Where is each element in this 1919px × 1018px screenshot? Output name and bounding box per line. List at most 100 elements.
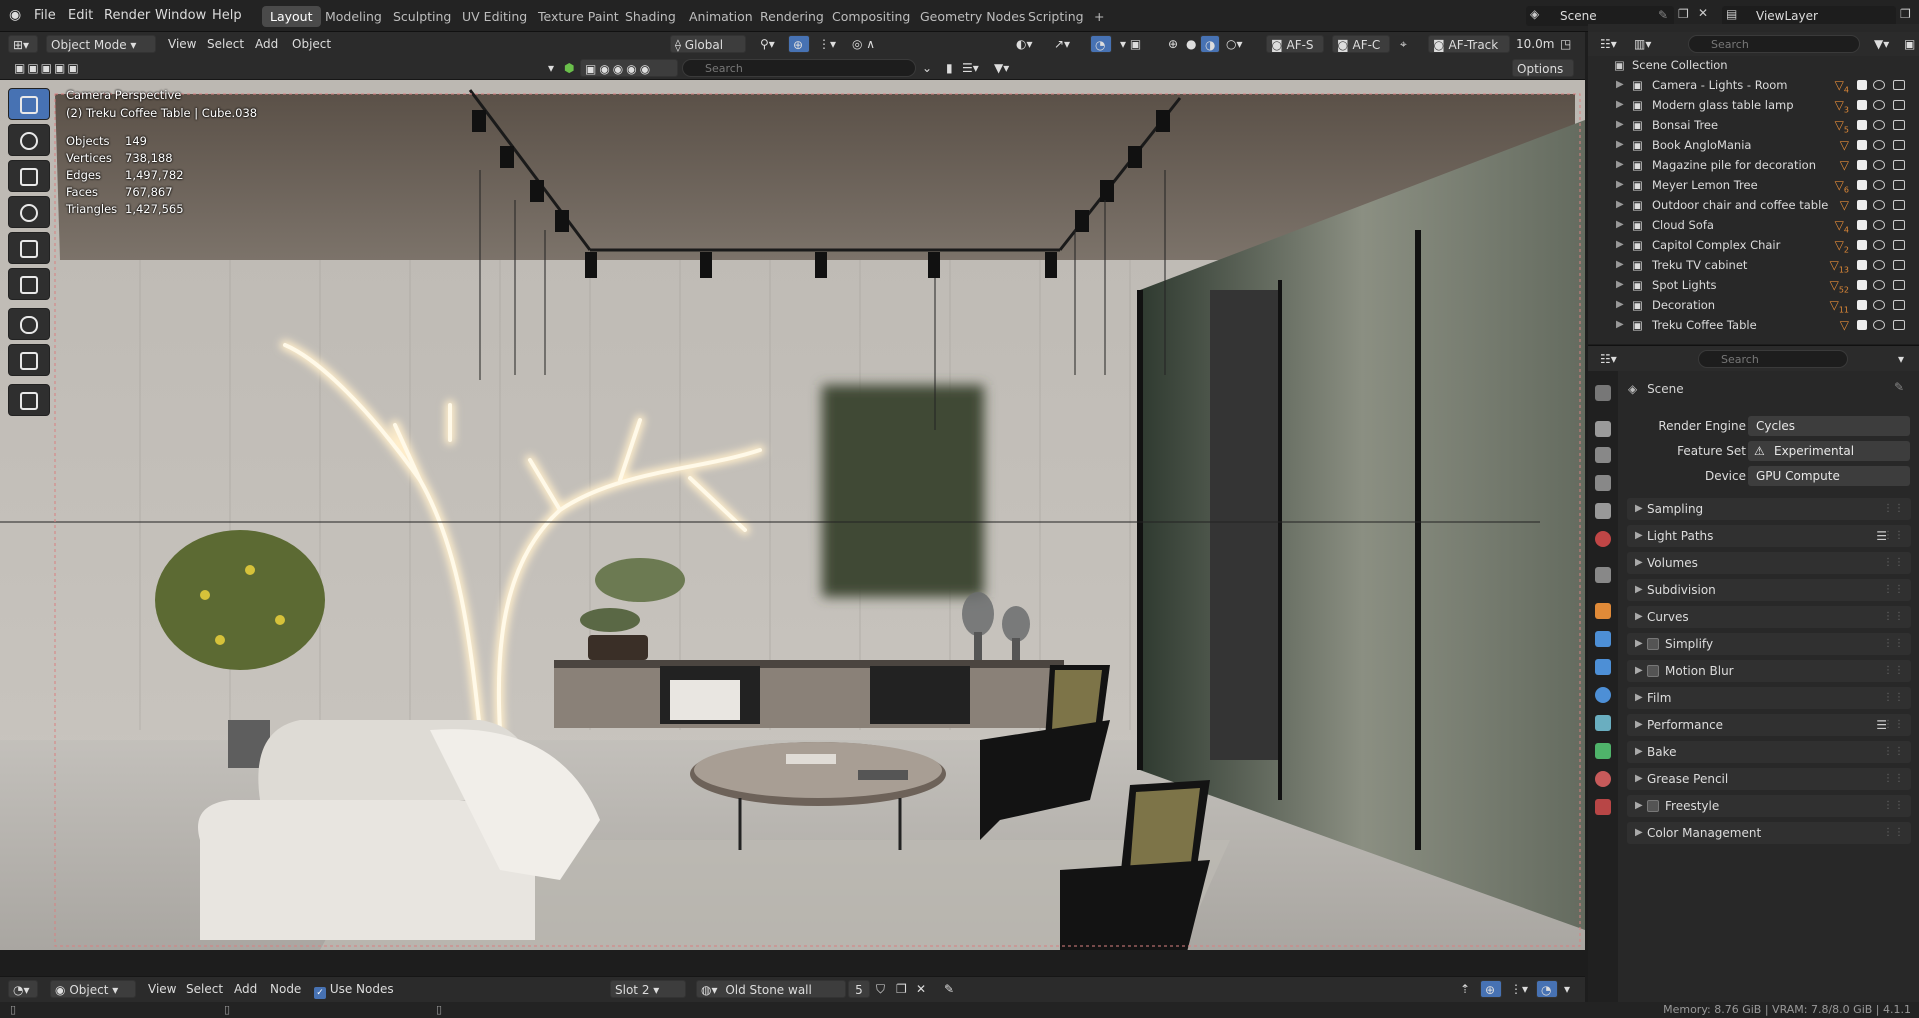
add-cube-tool[interactable] — [8, 384, 50, 416]
exclude-checkbox[interactable] — [1857, 100, 1867, 110]
outliner-row[interactable]: ▶ ▣ Capitol Complex Chair ▽2 — [1588, 235, 1919, 255]
expand-arrow-icon[interactable]: ▶ — [1616, 255, 1624, 275]
panel-expand-icon[interactable]: ▶ — [1635, 768, 1643, 790]
shader-menu-select[interactable]: Select — [182, 980, 227, 998]
camera-render-icon[interactable] — [1893, 180, 1905, 190]
panel-light-paths[interactable]: ▶ Light Paths ☰ ⋮⋮ — [1627, 525, 1911, 547]
panel-expand-icon[interactable]: ▶ — [1635, 795, 1643, 817]
shader-pin-icon[interactable]: ✎ — [940, 980, 958, 998]
tab-shading[interactable]: Shading — [617, 6, 684, 27]
tab-rendering[interactable]: Rendering — [752, 6, 832, 27]
panel-expand-icon[interactable]: ▶ — [1635, 633, 1643, 655]
outliner-search-input[interactable]: Search — [1688, 35, 1860, 53]
panel-expand-icon[interactable]: ▶ — [1635, 687, 1643, 709]
eye-icon[interactable] — [1873, 140, 1885, 150]
shading-rendered-icon[interactable]: ○▾ — [1222, 35, 1247, 53]
camera-render-icon[interactable] — [1893, 320, 1905, 330]
panel-expand-icon[interactable]: ▶ — [1635, 606, 1643, 628]
filter-dropdown-icon[interactable]: ▾ — [544, 59, 558, 77]
transform-tool[interactable] — [8, 268, 50, 300]
outliner-row[interactable]: ▶ ▣ Book AngloMania ▽ — [1588, 135, 1919, 155]
panel-expand-icon[interactable]: ▶ — [1635, 822, 1643, 844]
display-mode-icon[interactable]: ▥▾ — [1630, 35, 1655, 53]
shader-editor-type-icon[interactable]: ◔▾ — [8, 980, 38, 998]
exclude-checkbox[interactable] — [1857, 160, 1867, 170]
camera-render-icon[interactable] — [1893, 160, 1905, 170]
panel-enable-checkbox[interactable] — [1647, 800, 1659, 812]
expand-arrow-icon[interactable]: ▶ — [1616, 155, 1624, 175]
shader-overlay-dropdown-icon[interactable]: ▾ — [1560, 980, 1574, 998]
drag-handle-icon[interactable]: ⋮⋮ — [1883, 606, 1905, 628]
panel-expand-icon[interactable]: ▶ — [1635, 579, 1643, 601]
proportional-edit-icon[interactable]: ◎ ∧ — [848, 35, 879, 53]
tool-tab-icon[interactable] — [1595, 385, 1611, 401]
camera-render-icon[interactable] — [1893, 120, 1905, 130]
mesh-data-icon[interactable]: ▽ — [1840, 315, 1849, 340]
properties-search-input[interactable]: Search — [1698, 350, 1848, 368]
tab-uv-editing[interactable]: UV Editing — [454, 6, 535, 27]
exclude-checkbox[interactable] — [1857, 120, 1867, 130]
eye-icon[interactable] — [1873, 260, 1885, 270]
duplicate-material-icon[interactable]: ❐ — [892, 980, 911, 998]
shader-snap-icon[interactable]: ⊕ — [1480, 980, 1502, 998]
scene-tab-icon[interactable] — [1595, 503, 1611, 519]
outliner-row[interactable]: ▶ ▣ Outdoor chair and coffee table ▽ — [1588, 195, 1919, 215]
expand-arrow-icon[interactable]: ▶ — [1616, 295, 1624, 315]
filter-icon[interactable]: ▼▾ — [990, 59, 1013, 77]
tab-sculpting[interactable]: Sculpting — [385, 6, 459, 27]
feature-set-dropdown[interactable]: Experimental — [1748, 441, 1910, 461]
visibility-filter-icons[interactable]: ▣◉◉◉◉ — [580, 59, 678, 77]
viewlayer-selector[interactable]: ▤ ViewLayer — [1722, 6, 1896, 26]
expand-arrow-icon[interactable]: ▶ — [1616, 95, 1624, 115]
outliner-row[interactable]: ▶ ▣ Decoration ▽11 — [1588, 295, 1919, 315]
focus-distance[interactable]: 10.0m — [1512, 35, 1558, 53]
eye-icon[interactable] — [1873, 300, 1885, 310]
mode-dropdown[interactable]: Object Mode ▾ — [46, 35, 156, 53]
panel-performance[interactable]: ▶ Performance ☰ ⋮⋮ — [1627, 714, 1911, 736]
outliner-row[interactable]: ▶ ▣ Treku TV cabinet ▽13 — [1588, 255, 1919, 275]
render-engine-dropdown[interactable]: Cycles — [1748, 416, 1910, 436]
eye-icon[interactable] — [1873, 100, 1885, 110]
xray-icon[interactable]: ▾ ▣ — [1116, 35, 1145, 53]
drag-handle-icon[interactable]: ⋮⋮ — [1883, 768, 1905, 790]
panel-bake[interactable]: ▶ Bake ⋮⋮ — [1627, 741, 1911, 763]
editor-type-icon[interactable]: ⊞▾ — [8, 35, 38, 53]
eye-icon[interactable] — [1873, 320, 1885, 330]
outliner-row[interactable]: ▶ ▣ Cloud Sofa ▽4 — [1588, 215, 1919, 235]
cursor-tool[interactable] — [8, 124, 50, 156]
new-collection-icon[interactable]: ▣ — [1900, 35, 1919, 53]
drag-handle-icon[interactable]: ⋮⋮ — [1883, 714, 1905, 736]
constraints-tab-icon[interactable] — [1595, 715, 1611, 731]
camera-render-icon[interactable] — [1893, 80, 1905, 90]
modifier-tab-icon[interactable] — [1595, 631, 1611, 647]
blender-logo-icon[interactable]: ◉ — [9, 7, 21, 23]
exclude-checkbox[interactable] — [1857, 240, 1867, 250]
expand-arrow-icon[interactable]: ▶ — [1616, 275, 1624, 295]
menu-select[interactable]: Select — [203, 35, 248, 53]
menu-window[interactable]: Window — [155, 8, 206, 23]
bookmark-icon[interactable]: ▮ — [942, 59, 957, 77]
material-selector[interactable]: ◍▾ Old Stone wall — [696, 980, 846, 998]
pivot-icon[interactable]: ⚲▾ — [756, 35, 779, 53]
outliner-row[interactable]: ▶ ▣ Spot Lights ▽52 — [1588, 275, 1919, 295]
tab-texture-paint[interactable]: Texture Paint — [530, 6, 627, 27]
panel-expand-icon[interactable]: ▶ — [1635, 525, 1643, 547]
properties-pin-icon[interactable]: ✎ — [1894, 380, 1904, 394]
panel-subdivision[interactable]: ▶ Subdivision ⋮⋮ — [1627, 579, 1911, 601]
camera-render-icon[interactable] — [1893, 280, 1905, 290]
af-c-button[interactable]: ◙ AF-C — [1332, 35, 1390, 53]
camera-render-icon[interactable] — [1893, 200, 1905, 210]
eye-icon[interactable] — [1873, 220, 1885, 230]
tab-scripting[interactable]: Scripting — [1020, 6, 1092, 27]
move-tool[interactable] — [8, 160, 50, 192]
menu-help[interactable]: Help — [212, 8, 242, 23]
drag-handle-icon[interactable]: ⋮⋮ — [1883, 525, 1905, 547]
particles-tab-icon[interactable] — [1595, 659, 1611, 675]
drag-handle-icon[interactable]: ⋮⋮ — [1883, 795, 1905, 817]
expand-arrow-icon[interactable]: ▶ — [1616, 235, 1624, 255]
panel-expand-icon[interactable]: ▶ — [1635, 714, 1643, 736]
measure-tool[interactable] — [8, 344, 50, 376]
exclude-checkbox[interactable] — [1857, 180, 1867, 190]
annotate-tool[interactable] — [8, 308, 50, 340]
outliner-row[interactable]: ▶ ▣ Meyer Lemon Tree ▽6 — [1588, 175, 1919, 195]
